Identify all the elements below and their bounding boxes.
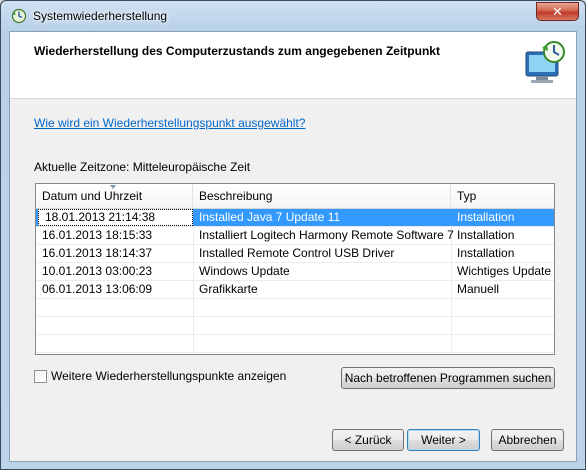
table-row[interactable]: 18.01.2013 21:14:38 Installed Java 7 Upd… <box>36 209 554 227</box>
cancel-button[interactable]: Abbrechen <box>491 429 564 451</box>
cell-description: Installed Remote Control USB Driver <box>199 246 395 260</box>
table-row[interactable]: 10.01.2013 03:00:23 Windows Update Wicht… <box>36 263 554 281</box>
column-header-label: Beschreibung <box>199 189 273 203</box>
system-restore-icon <box>11 8 27 24</box>
cell-date: 16.01.2013 18:15:33 <box>42 228 153 242</box>
restore-point-help-link[interactable]: Wie wird ein Wiederherstellungspunkt aus… <box>34 116 305 130</box>
next-button[interactable]: Weiter > <box>407 429 480 451</box>
header-band: Wiederherstellung des Computerzustands z… <box>10 32 576 98</box>
table-row[interactable]: 06.01.2013 13:06:09 Grafikkarte Manuell <box>36 281 554 299</box>
list-rows: 18.01.2013 21:14:38 Installed Java 7 Upd… <box>36 209 554 353</box>
cell-description: Installed Java 7 Update 11 <box>199 210 341 224</box>
cell-description: Windows Update <box>199 264 290 278</box>
cell-date: 06.01.2013 13:06:09 <box>42 282 153 296</box>
table-row[interactable]: 16.01.2013 18:15:33 Installiert Logitech… <box>36 227 554 245</box>
close-button[interactable]: ✕ <box>536 2 579 21</box>
show-more-checkbox[interactable] <box>34 370 47 383</box>
empty-row <box>36 299 554 317</box>
column-header-label: Typ <box>457 189 477 203</box>
cell-type: Installation <box>457 210 515 224</box>
restore-points-list[interactable]: Datum und Uhrzeit Beschreibung Typ 18.01… <box>35 183 555 355</box>
timezone-label: Aktuelle Zeitzone: Mitteleuropäische Zei… <box>34 160 251 174</box>
page-title: Wiederherstellung des Computerzustands z… <box>34 44 440 58</box>
cell-description: Installiert Logitech Harmony Remote Soft… <box>199 228 454 242</box>
window-title: Systemwiederherstellung <box>33 9 168 23</box>
cell-date: 16.01.2013 18:14:37 <box>42 246 153 260</box>
dialog-client-area: Wiederherstellung des Computerzustands z… <box>9 31 577 462</box>
column-header-description[interactable]: Beschreibung <box>193 184 451 208</box>
sort-descending-icon <box>110 185 116 189</box>
column-header-label: Datum und Uhrzeit <box>42 189 143 203</box>
header-divider <box>10 98 576 99</box>
restore-computer-icon <box>525 41 565 83</box>
cell-type: Installation <box>457 228 515 242</box>
system-restore-window: Systemwiederherstellung ✕ Wiederherstell… <box>0 0 586 470</box>
back-button[interactable]: < Zurück <box>332 429 404 451</box>
close-icon: ✕ <box>552 4 563 19</box>
empty-row <box>36 317 554 335</box>
cell-date: 18.01.2013 21:14:38 <box>38 209 193 226</box>
list-header: Datum und Uhrzeit Beschreibung Typ <box>36 184 554 209</box>
empty-row <box>36 335 554 353</box>
cell-type: Manuell <box>457 282 500 296</box>
column-header-type[interactable]: Typ <box>451 184 554 208</box>
title-bar[interactable]: Systemwiederherstellung ✕ <box>1 1 585 31</box>
scan-affected-programs-button[interactable]: Nach betroffenen Programmen suchen <box>341 367 555 389</box>
cell-description: Grafikkarte <box>199 282 258 296</box>
cell-type: Wichtiges Update <box>457 264 552 278</box>
table-row[interactable]: 16.01.2013 18:14:37 Installed Remote Con… <box>36 245 554 263</box>
cell-date: 10.01.2013 03:00:23 <box>42 264 153 278</box>
cell-type: Installation <box>457 246 515 260</box>
show-more-checkbox-label[interactable]: Weitere Wiederherstellungspunkte anzeige… <box>51 369 286 383</box>
